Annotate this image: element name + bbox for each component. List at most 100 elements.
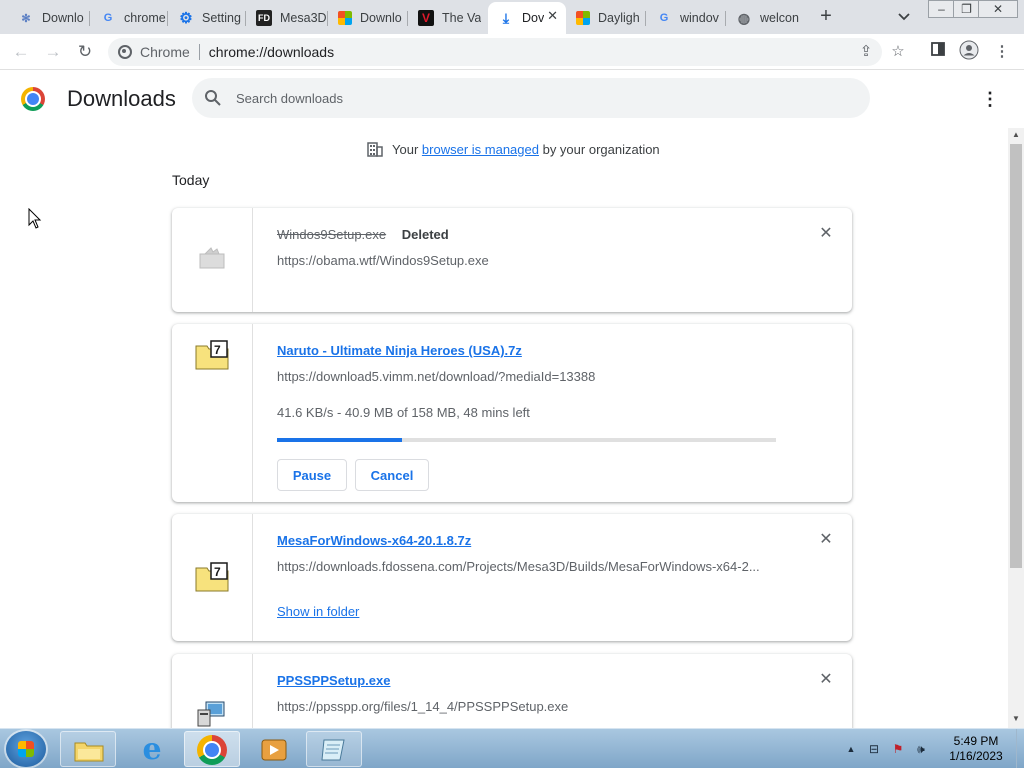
cancel-button[interactable]: Cancel	[355, 459, 429, 491]
bookmark-star-icon[interactable]: ☆	[886, 40, 910, 64]
tab-strip: ✻ Downlo G chrome ⚙ Setting FD Mesa3D Do…	[0, 0, 1024, 34]
file-icon-column: 7	[172, 514, 253, 641]
file-icon-column	[172, 208, 253, 312]
system-clock[interactable]: 5:49 PM 1/16/2023	[940, 734, 1012, 764]
back-button[interactable]: ←	[8, 40, 34, 64]
search-input[interactable]	[236, 88, 836, 108]
mouse-cursor-icon	[28, 208, 42, 229]
chrome-logo-icon	[21, 87, 45, 111]
tab-label: Dayligh	[598, 11, 640, 25]
chrome-menu-icon[interactable]: ⋮	[990, 40, 1014, 64]
download-item: 7 MesaForWindows-x64-20.1.8.7z https://d…	[172, 514, 852, 641]
file-explorer-icon	[74, 742, 104, 762]
tab-welcome[interactable]: ◍ welcon	[726, 4, 804, 32]
7zip-archive-icon: 7	[195, 340, 229, 370]
scroll-down-arrow-icon[interactable]: ▼	[1008, 712, 1024, 726]
tab-label: Mesa3D	[280, 11, 327, 25]
profile-avatar-icon[interactable]	[957, 40, 981, 64]
tab-label: Downlo	[360, 11, 402, 25]
tab-label: welcon	[760, 11, 799, 25]
volume-icon[interactable]: 🕪	[913, 742, 929, 756]
close-tab-icon[interactable]: ✕	[547, 8, 558, 24]
start-button[interactable]	[6, 731, 46, 767]
chrome-icon	[118, 45, 132, 59]
internet-explorer-icon: e	[142, 732, 162, 767]
media-player-icon	[261, 739, 287, 761]
tab-search-chevron-icon[interactable]	[892, 6, 916, 28]
omnibox-divider	[198, 44, 200, 60]
svg-text:7: 7	[214, 565, 221, 579]
tab-label: Dov	[522, 11, 545, 25]
file-icon-column	[172, 654, 253, 728]
building-icon	[367, 142, 383, 157]
pause-button[interactable]: Pause	[277, 459, 347, 491]
source-url: https://ppsspp.org/files/1_14_4/PPSSPPSe…	[277, 699, 569, 714]
search-downloads-box[interactable]	[192, 78, 870, 118]
file-name-link[interactable]: PPSSPPSetup.exe	[277, 673, 390, 688]
scrollbar-thumb[interactable]	[1010, 144, 1022, 568]
reload-button[interactable]: ↻	[72, 40, 98, 64]
browser-managed-link[interactable]: browser is managed	[422, 142, 539, 157]
tab-the-vault[interactable]: V The Va	[408, 4, 488, 32]
tab-label: Setting	[202, 11, 241, 25]
download-item: 7 Naruto - Ultimate Ninja Heroes (USA).7…	[172, 324, 852, 502]
tab-daylight[interactable]: Dayligh	[566, 4, 646, 32]
side-panel-icon[interactable]	[926, 40, 950, 64]
taskbar-internet-explorer[interactable]: e	[122, 731, 178, 767]
show-hidden-icons-icon[interactable]: ▲	[843, 742, 859, 756]
status-badge: Deleted	[401, 227, 449, 242]
microsoft-icon	[338, 11, 352, 25]
tab-windows[interactable]: G windov	[646, 4, 726, 32]
page-scrollbar[interactable]: ▲ ▼	[1008, 128, 1024, 728]
7zip-archive-icon: 7	[195, 562, 229, 592]
show-in-folder-link[interactable]: Show in folder	[277, 604, 359, 619]
microsoft-icon	[576, 11, 590, 25]
progress-bar	[277, 438, 776, 442]
remove-from-list-icon[interactable]: ✕	[818, 532, 834, 548]
vault-icon: V	[418, 10, 434, 26]
tab-label: The Va	[442, 11, 482, 25]
window-close-button[interactable]: ✕	[978, 0, 1018, 18]
taskbar-chrome[interactable]	[184, 731, 240, 767]
deleted-file-icon	[199, 247, 225, 269]
notepad-icon	[321, 739, 345, 761]
windows-taskbar: e ▲ ⊟ ⚑ 🕪 5:49 PM 1/16/2023	[0, 728, 1024, 768]
tab-downloads-1[interactable]: ✻ Downlo	[8, 4, 90, 32]
fd-icon: FD	[256, 10, 272, 26]
url-text[interactable]: chrome://downloads	[209, 44, 334, 60]
file-name-link[interactable]: Naruto - Ultimate Ninja Heroes (USA).7z	[277, 343, 522, 358]
more-actions-icon[interactable]: ⋮	[978, 88, 1002, 112]
progress-status: 41.6 KB/s - 40.9 MB of 158 MB, 48 mins l…	[277, 405, 530, 420]
site-chip[interactable]: Chrome	[118, 44, 190, 60]
download-item: Windos9Setup.exe Deleted https://obama.w…	[172, 208, 852, 312]
browser-toolbar: ← → ↻ Chrome chrome://downloads ⇪ ☆ ⋮	[0, 34, 1024, 70]
tab-settings[interactable]: ⚙ Setting	[168, 4, 246, 32]
show-desktop-button[interactable]	[1016, 729, 1024, 768]
file-name-link[interactable]: MesaForWindows-x64-20.1.8.7z	[277, 533, 471, 548]
source-url: https://download5.vimm.net/download/?med…	[277, 369, 596, 384]
restore-button[interactable]: ❐	[953, 0, 980, 18]
tab-chrome[interactable]: G chrome	[90, 4, 168, 32]
file-icon-column: 7	[172, 324, 253, 502]
clock-date: 1/16/2023	[949, 749, 1003, 763]
taskbar-file-explorer[interactable]	[60, 731, 116, 767]
scroll-up-arrow-icon[interactable]: ▲	[1008, 128, 1024, 142]
google-icon: G	[659, 12, 669, 24]
tab-downloads-2[interactable]: Downlo	[328, 4, 408, 32]
taskbar-media-player[interactable]	[246, 731, 302, 767]
tab-mesa3d[interactable]: FD Mesa3D	[246, 4, 328, 32]
forward-button[interactable]: →	[40, 40, 66, 64]
tab-label: chrome	[124, 11, 166, 25]
action-center-warning-icon[interactable]: ⚑	[890, 742, 906, 756]
remove-from-list-icon[interactable]: ✕	[818, 672, 834, 688]
page-title: Downloads	[67, 86, 176, 111]
snowflake-icon: ✻	[21, 12, 31, 25]
new-tab-button[interactable]: +	[812, 5, 840, 29]
taskbar-notepad[interactable]	[306, 731, 362, 767]
address-bar[interactable]: Chrome chrome://downloads	[108, 38, 882, 66]
network-icon[interactable]: ⊟	[866, 742, 882, 756]
share-icon[interactable]: ⇪	[854, 40, 878, 64]
remove-from-list-icon[interactable]: ✕	[818, 226, 834, 242]
minimize-button[interactable]: –	[928, 0, 955, 18]
tab-downloads-active[interactable]: ⤓ Dov ✕	[488, 2, 566, 34]
